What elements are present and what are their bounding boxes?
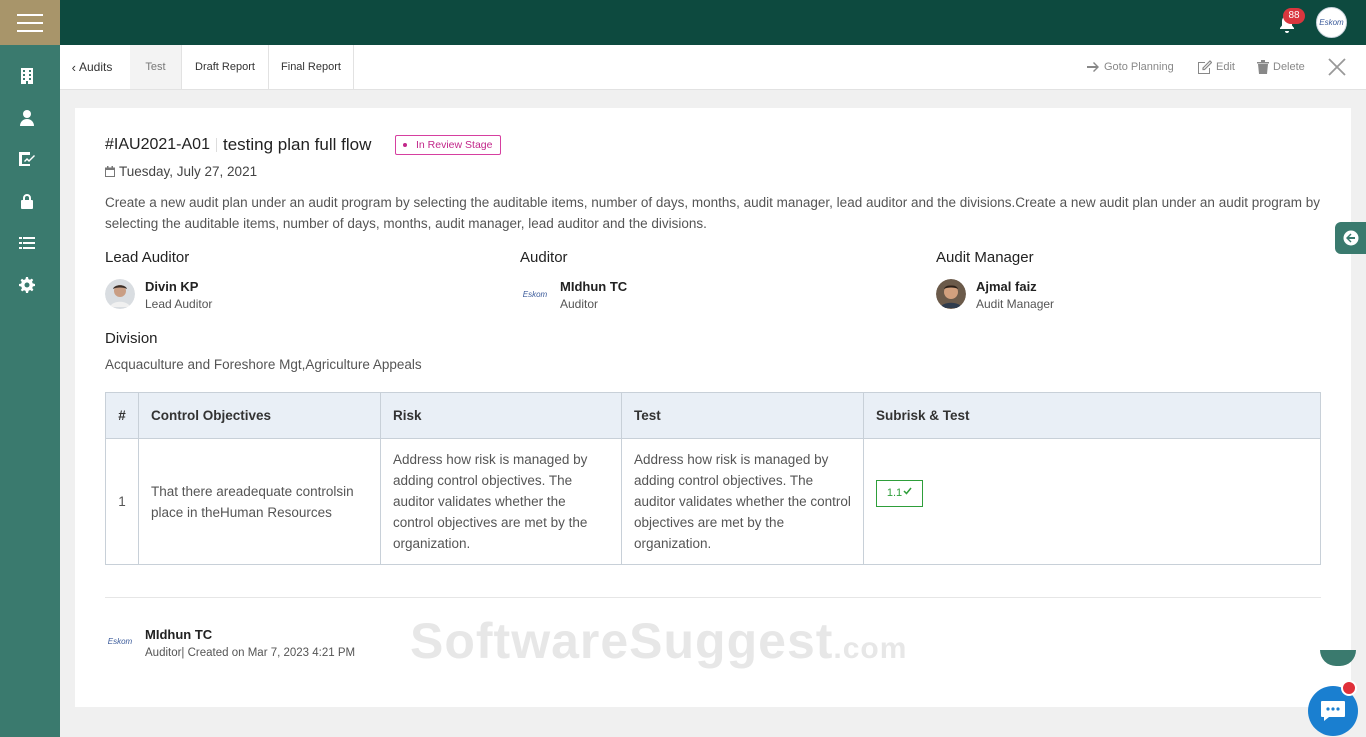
watermark-main: SoftwareSuggest [410,613,834,669]
plan-description: Create a new audit plan under an audit p… [105,195,1320,231]
user-avatar[interactable]: Eskom [1316,7,1347,38]
table-header-row: # Control Objectives Risk Test Subrisk &… [105,392,1321,439]
row-subrisk-cell: 1.1 [863,438,1321,565]
header-subrisk-test: Subrisk & Test [863,392,1321,439]
user-icon[interactable] [18,109,36,127]
header-number: # [105,392,139,439]
chevron-left-icon: ‹ [71,59,76,75]
header-control-objectives: Control Objectives [138,392,381,439]
footer-avatar: Eskom [107,636,133,646]
division-heading: Division [105,330,158,347]
notification-badge: 88 [1283,8,1305,24]
watermark: SoftwareSuggest.com [410,612,907,670]
subrisk-label: 1.1 [886,487,903,499]
goto-planning-label: Goto Planning [1104,61,1174,73]
table-row: 1 That there areadequate controlsin plac… [105,438,1321,565]
sidebar [0,45,60,737]
auditor-avatar: Eskom [522,289,548,299]
gear-icon[interactable] [18,276,36,294]
row-number: 1 [105,438,139,565]
row-control-objective: That there areadequate controlsin place … [138,438,381,565]
title-divider [216,138,217,152]
row-risk: Address how risk is managed by adding co… [380,438,622,565]
top-bar: 88 Eskom [0,0,1366,45]
chat-icon [1321,701,1345,721]
lead-auditor-name: Divin KP [145,279,199,294]
goto-planning-button[interactable]: Goto Planning [1087,59,1174,75]
row-test: Address how risk is managed by adding co… [621,438,864,565]
tab-final-report[interactable]: Final Report [269,45,354,89]
back-label: Audits [78,60,113,74]
audit-manager-role: Audit Manager [976,297,1055,311]
lead-auditor-heading: Lead Auditor [105,249,190,266]
audit-manager-avatar [936,279,966,309]
tab-strip: ‹ Audits Test Draft Report Final Report … [60,45,1366,90]
division-value: Acquaculture and Foreshore Mgt,Agricultu… [105,357,422,372]
close-icon[interactable] [1326,56,1348,78]
auditor-heading: Auditor [520,249,568,266]
list-icon[interactable] [18,234,36,252]
edit-label: Edit [1216,61,1235,73]
control-objectives-table: # Control Objectives Risk Test Subrisk &… [105,392,1321,565]
chat-unread-dot [1341,680,1357,696]
delete-label: Delete [1273,61,1305,73]
edit-chart-icon[interactable] [18,150,36,168]
header-risk: Risk [380,392,622,439]
watermark-suffix: .com [833,632,908,665]
footer-divider [105,597,1321,598]
check-icon [903,487,912,495]
calendar-icon [105,166,115,177]
panel-toggle-button[interactable] [1335,222,1366,254]
subrisk-tag[interactable]: 1.1 [876,480,923,507]
plan-date: Tuesday, July 27, 2021 [105,164,257,179]
header-test: Test [621,392,864,439]
arrow-right-icon [1087,62,1099,72]
auditor-name: MIdhun TC [560,279,628,294]
hamburger-menu-button[interactable] [0,0,60,45]
trash-icon [1257,60,1269,74]
tab-test[interactable]: Test [130,45,182,89]
plan-id: #IAU2021-A01 [105,136,210,153]
auditor-role: Auditor [560,297,599,311]
lead-auditor-avatar [105,279,135,309]
edit-icon [1198,60,1212,74]
edit-button[interactable]: Edit [1197,59,1235,75]
back-to-audits-link[interactable]: ‹ Audits [60,45,124,89]
tab-draft-report[interactable]: Draft Report [182,45,269,89]
lock-icon[interactable] [18,192,36,210]
building-icon[interactable] [18,67,36,85]
audit-manager-heading: Audit Manager [936,249,1034,266]
plan-date-text: Tuesday, July 27, 2021 [119,164,258,179]
footer-author-name: MIdhun TC [145,627,213,642]
audit-manager-name: Ajmal faiz [976,279,1037,294]
lead-auditor-role: Lead Auditor [145,297,213,311]
footer-created-meta: Auditor| Created on Mar 7, 2023 4:21 PM [145,647,356,659]
plan-title: testing plan full flow [223,135,372,154]
delete-button[interactable]: Delete [1257,59,1305,75]
arrow-left-circle-icon [1343,230,1358,246]
stage-badge: In Review Stage [395,135,502,155]
